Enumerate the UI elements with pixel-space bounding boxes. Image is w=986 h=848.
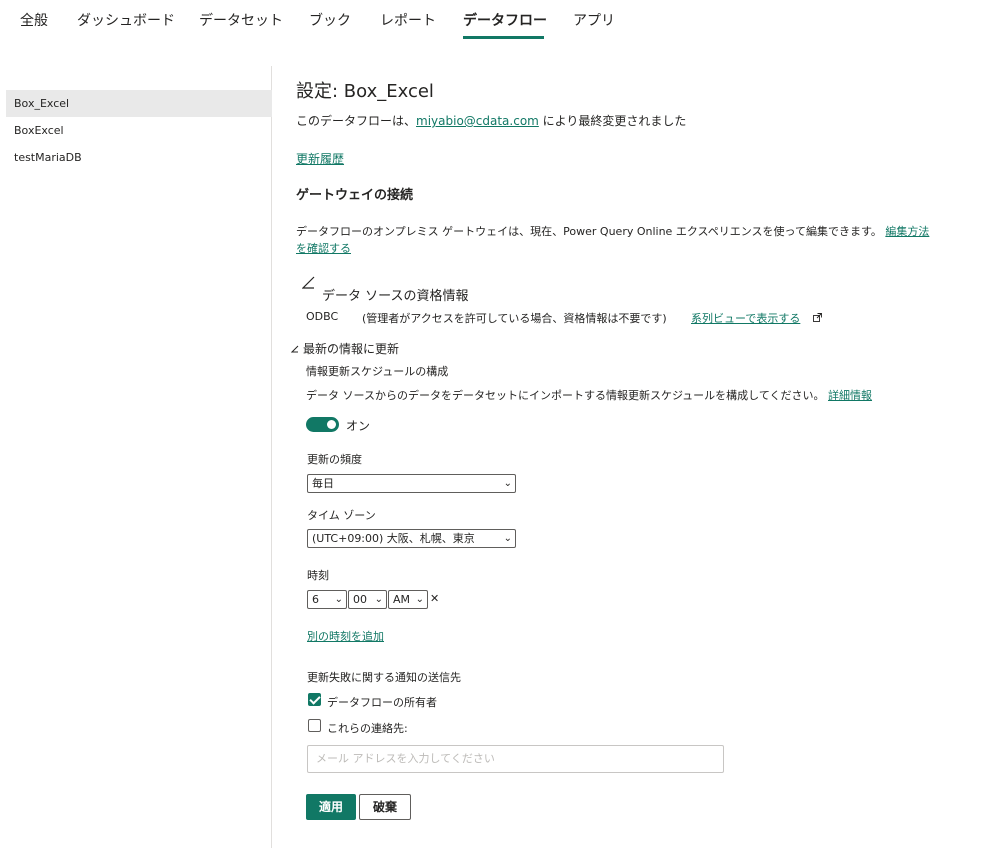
apply-button[interactable]: 適用 [306,794,356,820]
schedule-toggle[interactable] [306,417,339,432]
schedule-label: 情報更新スケジュールの構成 [306,365,449,378]
sidebar-item-boxexcel[interactable]: BoxExcel [6,117,272,144]
how-to-edit-link-continued[interactable]: を確認する [296,240,351,256]
frequency-select[interactable]: 毎日 ⌄ [307,474,516,493]
toggle-label: オン [346,419,371,433]
external-link-icon [813,313,822,322]
timezone-value: (UTC+09:00) 大阪、札幌、東京 [312,532,475,545]
modified-user-link[interactable]: miyabio@cdata.com [416,114,539,128]
time-label: 時刻 [307,569,329,582]
refresh-heading: 最新の情報に更新 [303,342,400,356]
refresh-history-link[interactable]: 更新履歴 [296,150,344,167]
timezone-select[interactable]: (UTC+09:00) 大阪、札幌、東京 ⌄ [307,529,516,548]
top-tab-bar: 全般 ダッシュボード データセット ブック レポート データフロー アプリ [0,0,986,42]
credentials-heading: データ ソースの資格情報 [322,289,469,304]
sidebar-item-box-excel[interactable]: Box_Excel [6,90,272,117]
collapse-small-triangle-icon[interactable] [291,345,299,353]
gateway-heading: ゲートウェイの接続 [296,188,414,203]
credentials-type: ODBC [306,310,339,323]
timezone-label: タイム ゾーン [307,509,376,522]
schedule-description: データ ソースからのデータをデータセットにインポートする情報更新スケジュールを構… [306,389,825,402]
notify-label: 更新失敗に関する通知の送信先 [307,671,461,684]
minute-value: 00 [353,593,367,606]
how-to-edit-link[interactable]: 編集方法 [885,225,929,238]
chevron-down-icon: ⌄ [503,533,512,544]
last-modified-prefix: このデータフローは、 [296,114,417,128]
tab-dataflow[interactable]: データフロー [463,10,547,30]
add-time-link[interactable]: 別の時刻を追加 [307,628,384,644]
collapse-triangle-icon[interactable] [302,276,316,290]
tab-dashboard[interactable]: ダッシュボード [77,10,175,30]
sidebar-item-testmariadb[interactable]: testMariaDB [6,144,272,171]
lineage-view-link[interactable]: 系列ビューで表示する [691,310,800,326]
email-input[interactable]: メール アドレスを入力してください [307,745,724,773]
tab-general[interactable]: 全般 [20,10,48,30]
more-info-link[interactable]: 詳細情報 [828,389,872,402]
tab-workbook[interactable]: ブック [309,10,351,30]
hour-select[interactable]: 6 ⌄ [307,590,347,609]
tab-dataset[interactable]: データセット [199,10,283,30]
gateway-text: データフローのオンプレミス ゲートウェイは、現在、Power Query Onl… [296,225,882,238]
hour-value: 6 [312,593,319,606]
owner-checkbox[interactable] [308,693,321,706]
last-modified-line: このデータフローは、miyabio@cdata.com により最終変更されました [296,112,686,129]
minute-select[interactable]: 00 ⌄ [348,590,387,609]
ampm-value: AM [393,593,411,606]
last-modified-suffix: により最終変更されました [538,114,687,128]
credentials-note: (管理者がアクセスを許可している場合、資格情報は不要です) [362,312,667,325]
dataflow-list-sidebar: Box_Excel BoxExcel testMariaDB [0,66,272,848]
chevron-down-icon: ⌄ [374,594,383,605]
page-title: 設定: Box_Excel [296,81,434,102]
tab-app[interactable]: アプリ [573,10,615,30]
owner-checkbox-label: データフローの所有者 [327,696,437,709]
chevron-down-icon: ⌄ [503,478,512,489]
discard-button[interactable]: 破棄 [359,794,411,820]
contacts-checkbox-label: これらの連絡先: [327,722,408,735]
frequency-value: 毎日 [312,477,334,490]
chevron-down-icon: ⌄ [334,594,343,605]
tab-report[interactable]: レポート [380,10,436,30]
toggle-knob [327,420,336,429]
schedule-description-line: データ ソースからのデータをデータセットにインポートする情報更新スケジュールを構… [306,387,872,403]
frequency-label: 更新の頻度 [307,453,362,466]
contacts-checkbox[interactable] [308,719,321,732]
email-placeholder: メール アドレスを入力してください [316,752,495,765]
remove-time-icon[interactable]: ✕ [430,592,439,605]
ampm-select[interactable]: AM ⌄ [388,590,428,609]
active-tab-indicator [463,36,544,39]
chevron-down-icon: ⌄ [415,594,424,605]
gateway-description: データフローのオンプレミス ゲートウェイは、現在、Power Query Onl… [296,223,929,239]
